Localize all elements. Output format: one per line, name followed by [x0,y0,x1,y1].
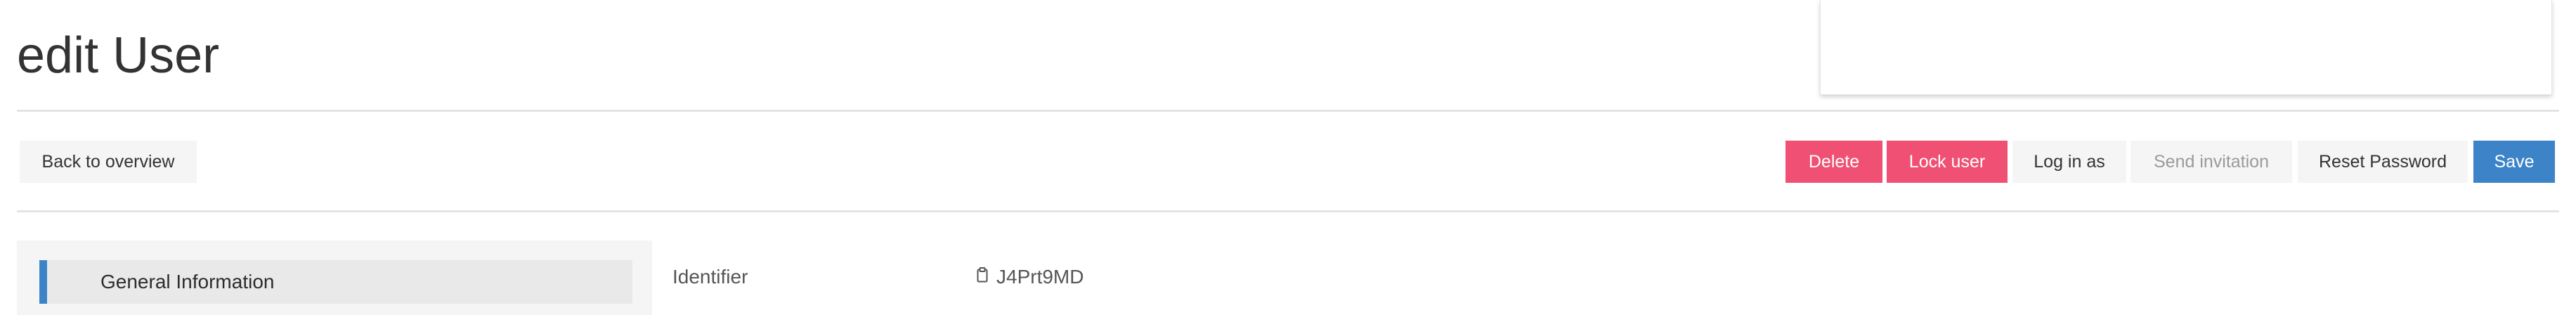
back-to-overview-button[interactable]: Back to overview [20,141,197,183]
send-invitation-button: Send invitation [2131,141,2292,183]
clipboard-icon[interactable] [977,261,988,292]
identifier-label: Identifier [672,266,748,288]
identifier-value: J4Prt9MD [996,266,1084,288]
sidebar-item-general-information[interactable]: General Information [39,260,632,304]
delete-button[interactable]: Delete [1785,141,1882,183]
sidebar-item-label: General Information [100,271,275,292]
reset-password-button[interactable]: Reset Password [2298,141,2468,183]
page-title: edit User [17,27,220,84]
header-card [1820,0,2552,95]
lock-user-button[interactable]: Lock user [1887,141,2008,183]
save-button[interactable]: Save [2473,141,2555,183]
identifier-value-row: J4Prt9MD [977,262,1084,292]
header-divider [17,110,2559,112]
log-in-as-button[interactable]: Log in as [2012,141,2126,183]
toolbar-divider [17,210,2559,212]
